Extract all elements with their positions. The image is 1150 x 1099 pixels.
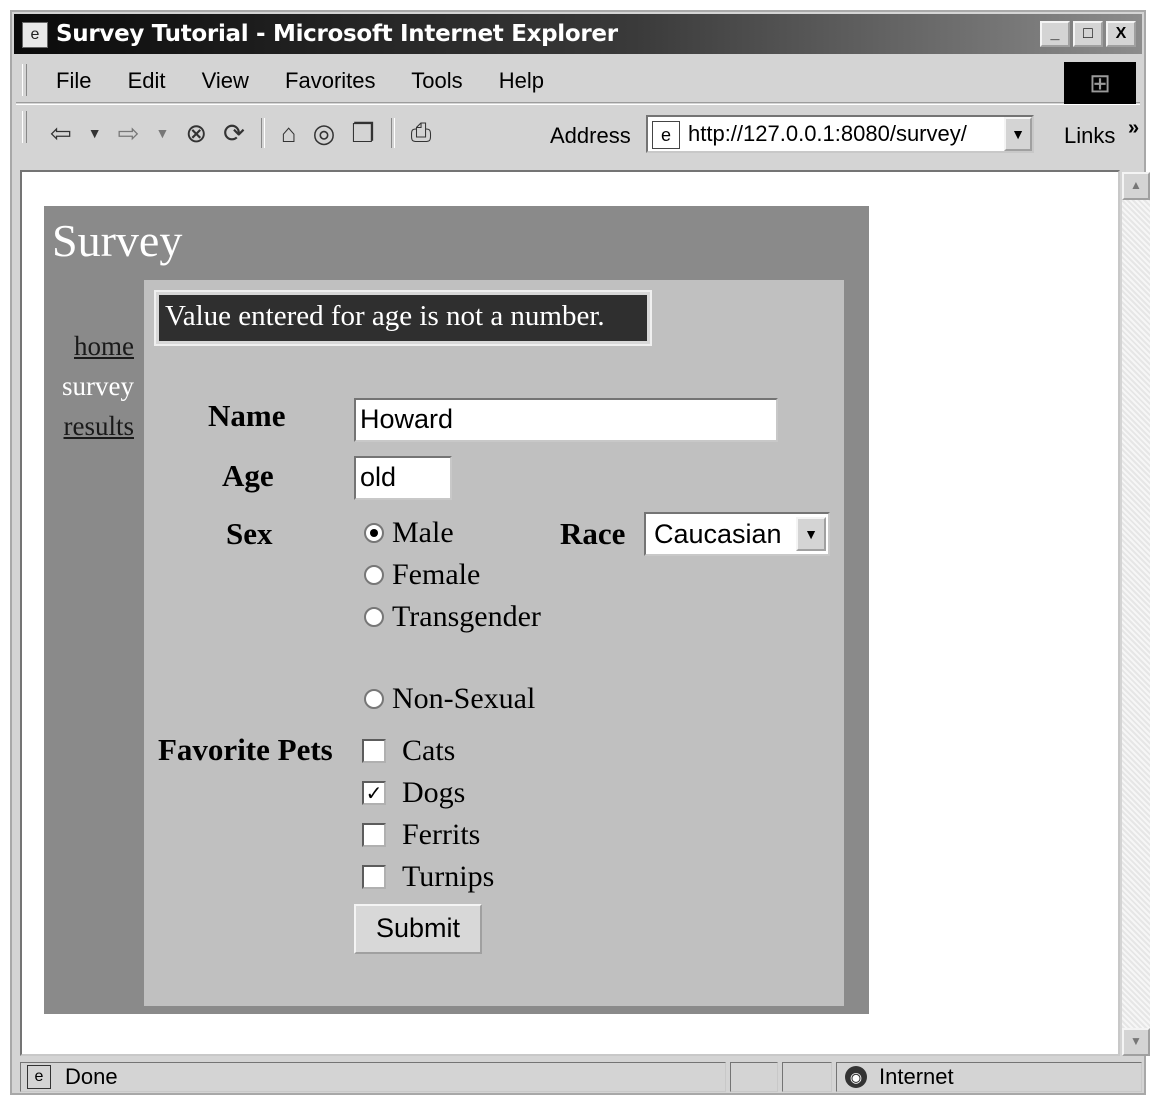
checkbox-checked[interactable]: ✓ [362,781,386,805]
scroll-up-icon[interactable]: ▲ [1122,172,1150,200]
error-message: Value entered for age is not a number. [159,295,647,341]
radio-non-sexual[interactable]: Non-Sexual [364,682,535,716]
ie-page-icon: e [652,121,680,149]
print-icon[interactable]: ⎙ [411,117,432,149]
vertical-scrollbar[interactable]: ▲ ▼ [1122,172,1150,1056]
age-input[interactable]: old [354,456,452,500]
side-nav: home survey results [50,326,134,446]
menu-file[interactable]: File [56,68,91,93]
toolbar-grip[interactable] [22,111,27,143]
radio-label: Female [392,558,481,591]
window-title: Survey Tutorial - Microsoft Internet Exp… [56,21,618,47]
survey-form: Value entered for age is not a number. N… [144,280,844,1006]
race-selected-value: Caucasian [654,519,782,549]
favorites-icon[interactable]: ❐ [351,118,374,149]
maximize-button[interactable]: □ [1073,21,1103,47]
address-url[interactable]: http://127.0.0.1:8080/survey/ [688,121,967,146]
page-title: Survey [52,215,183,266]
ie-page-icon: e [22,22,48,48]
toolbar-separator [390,118,395,148]
menu-bar: File Edit View Favorites Tools Help ⊞ [16,58,1140,104]
standard-toolbar: ⇦ ▼ ⇨ ▼ ⊗ ⟳ ⌂ ◎ ❐ ⎙ Address e http://127… [16,104,1140,161]
status-panel [730,1062,778,1092]
address-bar[interactable]: e http://127.0.0.1:8080/survey/ [646,115,1034,153]
back-icon[interactable]: ⇦ [50,118,72,149]
links-label[interactable]: Links [1064,123,1115,149]
browser-window: e Survey Tutorial - Microsoft Internet E… [10,10,1150,1095]
checkbox[interactable] [362,823,386,847]
survey-page: Survey home survey results Value entered… [44,206,869,1014]
chevron-down-icon[interactable]: ▼ [796,517,826,551]
radio-button[interactable] [364,565,384,585]
checkbox-label: Turnips [402,860,495,893]
status-bar: e Done ◉ Internet [16,1060,1142,1092]
home-icon[interactable]: ⌂ [281,118,297,149]
windows-flag-icon: ⊞ [1064,62,1136,104]
menu-view[interactable]: View [202,68,249,93]
error-message-box: Value entered for age is not a number. [154,290,652,346]
checkbox-ferrits[interactable]: Ferrits [362,818,480,852]
checkbox-cats[interactable]: Cats [362,734,455,768]
menu-edit[interactable]: Edit [128,68,166,93]
forward-icon[interactable]: ⇨ [118,118,140,149]
race-label: Race [560,516,626,551]
radio-button[interactable] [364,607,384,627]
security-zone-panel: ◉ Internet [836,1062,1142,1092]
radio-button[interactable] [364,689,384,709]
sex-label: Sex [226,516,273,551]
name-input[interactable]: Howard [354,398,778,442]
checkbox[interactable] [362,865,386,889]
scroll-down-icon[interactable]: ▼ [1122,1028,1150,1056]
race-select[interactable]: Caucasian ▼ [644,512,830,556]
name-label: Name [208,398,286,433]
radio-label: Male [392,516,454,549]
status-panel [782,1062,832,1092]
chevron-right-icon[interactable]: » [1128,117,1139,140]
close-button[interactable]: X [1106,21,1136,47]
minimize-button[interactable]: _ [1040,21,1070,47]
zone-text: Internet [879,1064,954,1089]
stop-icon[interactable]: ⊗ [185,118,207,149]
status-text-panel: e Done [20,1062,726,1092]
nav-home-link[interactable]: home [50,326,134,366]
checkbox[interactable] [362,739,386,763]
toolbar-separator [260,118,265,148]
radio-male[interactable]: Male [364,516,454,550]
age-label: Age [222,458,274,493]
radio-transgender[interactable]: Transgender [364,600,541,634]
nav-results-link[interactable]: results [50,406,135,446]
menu-favorites[interactable]: Favorites [285,68,375,93]
toolbar-grip[interactable] [22,64,27,96]
radio-label: Non-Sexual [392,682,536,715]
favorite-pets-label: Favorite Pets [158,732,333,767]
radio-button-selected[interactable] [364,523,384,543]
search-icon[interactable]: ◎ [313,118,336,149]
checkbox-label: Dogs [402,776,466,809]
checkbox-dogs[interactable]: ✓ Dogs [362,776,465,810]
title-bar[interactable]: e Survey Tutorial - Microsoft Internet E… [14,14,1142,54]
checkbox-label: Ferrits [402,818,481,851]
submit-button[interactable]: Submit [354,904,482,954]
menu-help[interactable]: Help [499,68,544,93]
address-label: Address [550,123,631,148]
ie-page-icon: e [27,1065,51,1089]
radio-label: Transgender [392,600,541,633]
dropdown-icon[interactable]: ▼ [88,125,102,141]
checkbox-label: Cats [402,734,456,767]
status-text: Done [65,1064,118,1089]
menu-tools[interactable]: Tools [411,68,462,93]
radio-female[interactable]: Female [364,558,480,592]
address-dropdown-button[interactable]: ▼ [1004,117,1032,151]
refresh-icon[interactable]: ⟳ [223,118,245,149]
globe-icon: ◉ [845,1066,867,1088]
page-viewport: Survey home survey results Value entered… [20,170,1120,1056]
nav-survey-current: survey [62,371,134,401]
checkbox-turnips[interactable]: Turnips [362,860,494,894]
dropdown-icon[interactable]: ▼ [155,125,169,141]
